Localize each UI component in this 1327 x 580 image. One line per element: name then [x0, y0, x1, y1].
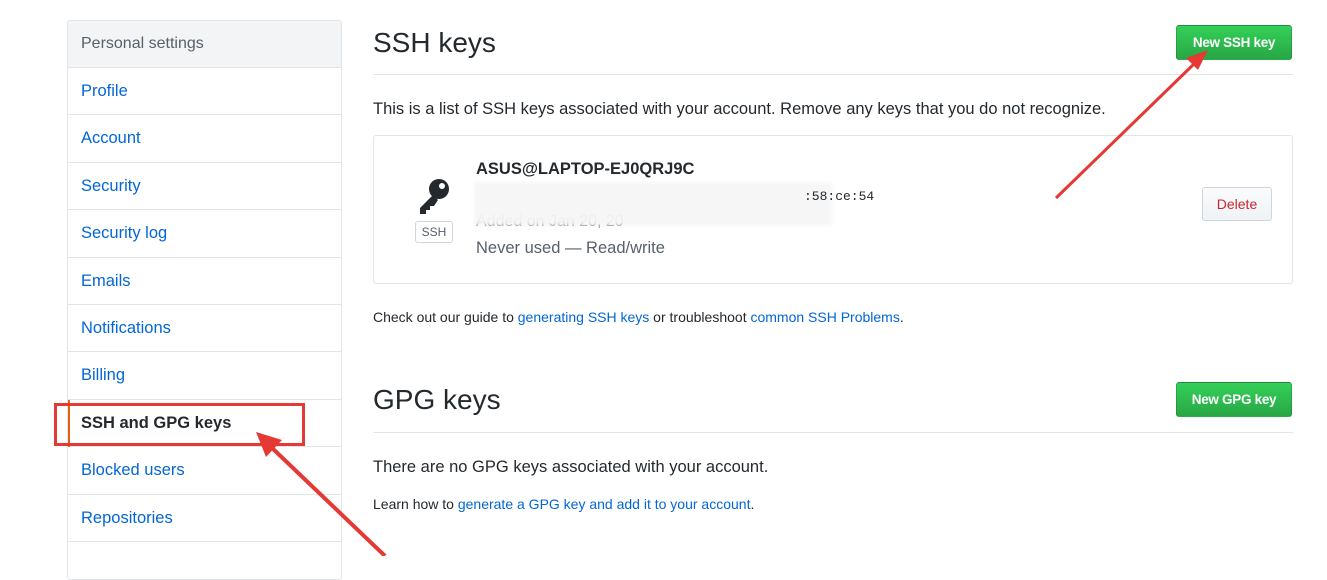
sidebar-item-emails[interactable]: Emails	[68, 258, 341, 305]
ssh-type-label: SSH	[415, 221, 453, 243]
settings-sidebar: Personal settings Profile Account Securi…	[67, 20, 342, 580]
ssh-guide-prefix: Check out our guide to	[373, 309, 518, 325]
gpg-learn-text: Learn how to generate a GPG key and add …	[373, 496, 754, 512]
sidebar-item-notifications[interactable]: Notifications	[68, 305, 341, 353]
sidebar-item-ssh-gpg-keys[interactable]: SSH and GPG keys	[68, 400, 341, 448]
sidebar-item-repositories[interactable]: Repositories	[68, 495, 341, 542]
ssh-key-item: SSH ASUS@LAPTOP-EJ0QRJ9C Added on Jan 20…	[373, 135, 1293, 284]
sidebar-header: Personal settings	[68, 21, 341, 68]
common-ssh-problems-link[interactable]: common SSH Problems	[750, 309, 899, 325]
gpg-section-divider	[373, 432, 1293, 433]
gpg-learn-suffix: .	[750, 496, 755, 512]
ssh-key-usage: Never used — Read/write	[476, 239, 665, 257]
sidebar-item-billing[interactable]: Billing	[68, 352, 341, 400]
gpg-keys-title: GPG keys	[373, 384, 501, 415]
ssh-description: This is a list of SSH keys associated wi…	[373, 100, 1106, 118]
ssh-guide-suffix: .	[899, 309, 904, 325]
key-icon	[420, 179, 449, 214]
gpg-learn-prefix: Learn how to	[373, 496, 458, 512]
redaction-blur	[474, 182, 832, 226]
sidebar-item-account[interactable]: Account	[68, 115, 341, 163]
gpg-empty-text: There are no GPG keys associated with yo…	[373, 458, 769, 476]
sidebar-item-blocked-users[interactable]: Blocked users	[68, 447, 341, 495]
sidebar-item-profile[interactable]: Profile	[68, 68, 341, 116]
ssh-key-title: ASUS@LAPTOP-EJ0QRJ9C	[476, 160, 695, 178]
generate-gpg-key-link[interactable]: generate a GPG key and add it to your ac…	[458, 496, 751, 512]
ssh-guide-middle: or troubleshoot	[649, 309, 751, 325]
ssh-guide-text: Check out our guide to generating SSH ke…	[373, 309, 904, 325]
new-gpg-key-button[interactable]: New GPG key	[1176, 382, 1292, 417]
new-ssh-key-button[interactable]: New SSH key	[1176, 25, 1292, 60]
sidebar-item-security-log[interactable]: Security log	[68, 210, 341, 258]
sidebar-item-security[interactable]: Security	[68, 163, 341, 211]
generating-ssh-keys-link[interactable]: generating SSH keys	[518, 309, 650, 325]
delete-ssh-key-button[interactable]: Delete	[1202, 187, 1272, 221]
ssh-key-fingerprint: :58:ce:54	[804, 189, 875, 204]
ssh-section-divider	[373, 74, 1293, 75]
ssh-keys-title: SSH keys	[373, 27, 496, 58]
